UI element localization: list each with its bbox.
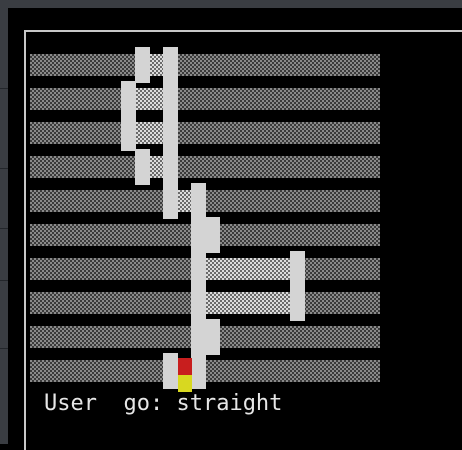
left-rail-post <box>135 47 150 83</box>
track-rung <box>206 292 290 314</box>
right-rail-post <box>191 183 206 219</box>
track-rung <box>150 54 163 76</box>
track-rung <box>150 156 163 178</box>
track-rung <box>178 190 191 212</box>
right-rail-post <box>290 251 305 287</box>
status-label: User <box>44 391 97 416</box>
left-rail-post <box>121 81 136 117</box>
left-rail-post <box>191 285 206 321</box>
direction-status: go: straight <box>123 391 283 416</box>
track-row <box>30 54 380 76</box>
left-rail-post <box>121 115 136 151</box>
left-rail-post <box>163 353 178 389</box>
track-board <box>0 0 462 444</box>
status-line: User go: straight <box>44 390 282 418</box>
left-rail-post <box>191 217 206 253</box>
right-rail-post <box>205 319 220 355</box>
track-row <box>30 88 380 110</box>
track-rung <box>136 88 163 110</box>
track-rung <box>136 122 163 144</box>
player-body <box>177 358 192 375</box>
right-rail-post <box>163 81 178 117</box>
track-row <box>30 156 380 178</box>
right-rail-post <box>205 217 220 253</box>
left-rail-post <box>163 183 178 219</box>
right-rail-post <box>163 149 178 185</box>
right-rail-post <box>163 115 178 151</box>
right-rail-post <box>191 353 206 389</box>
right-rail-post <box>163 47 178 83</box>
left-rail-post <box>191 319 206 355</box>
left-rail-post <box>135 149 150 185</box>
left-rail-post <box>191 251 206 287</box>
track-row <box>30 122 380 144</box>
track-rung <box>206 258 290 280</box>
right-rail-post <box>290 285 305 321</box>
